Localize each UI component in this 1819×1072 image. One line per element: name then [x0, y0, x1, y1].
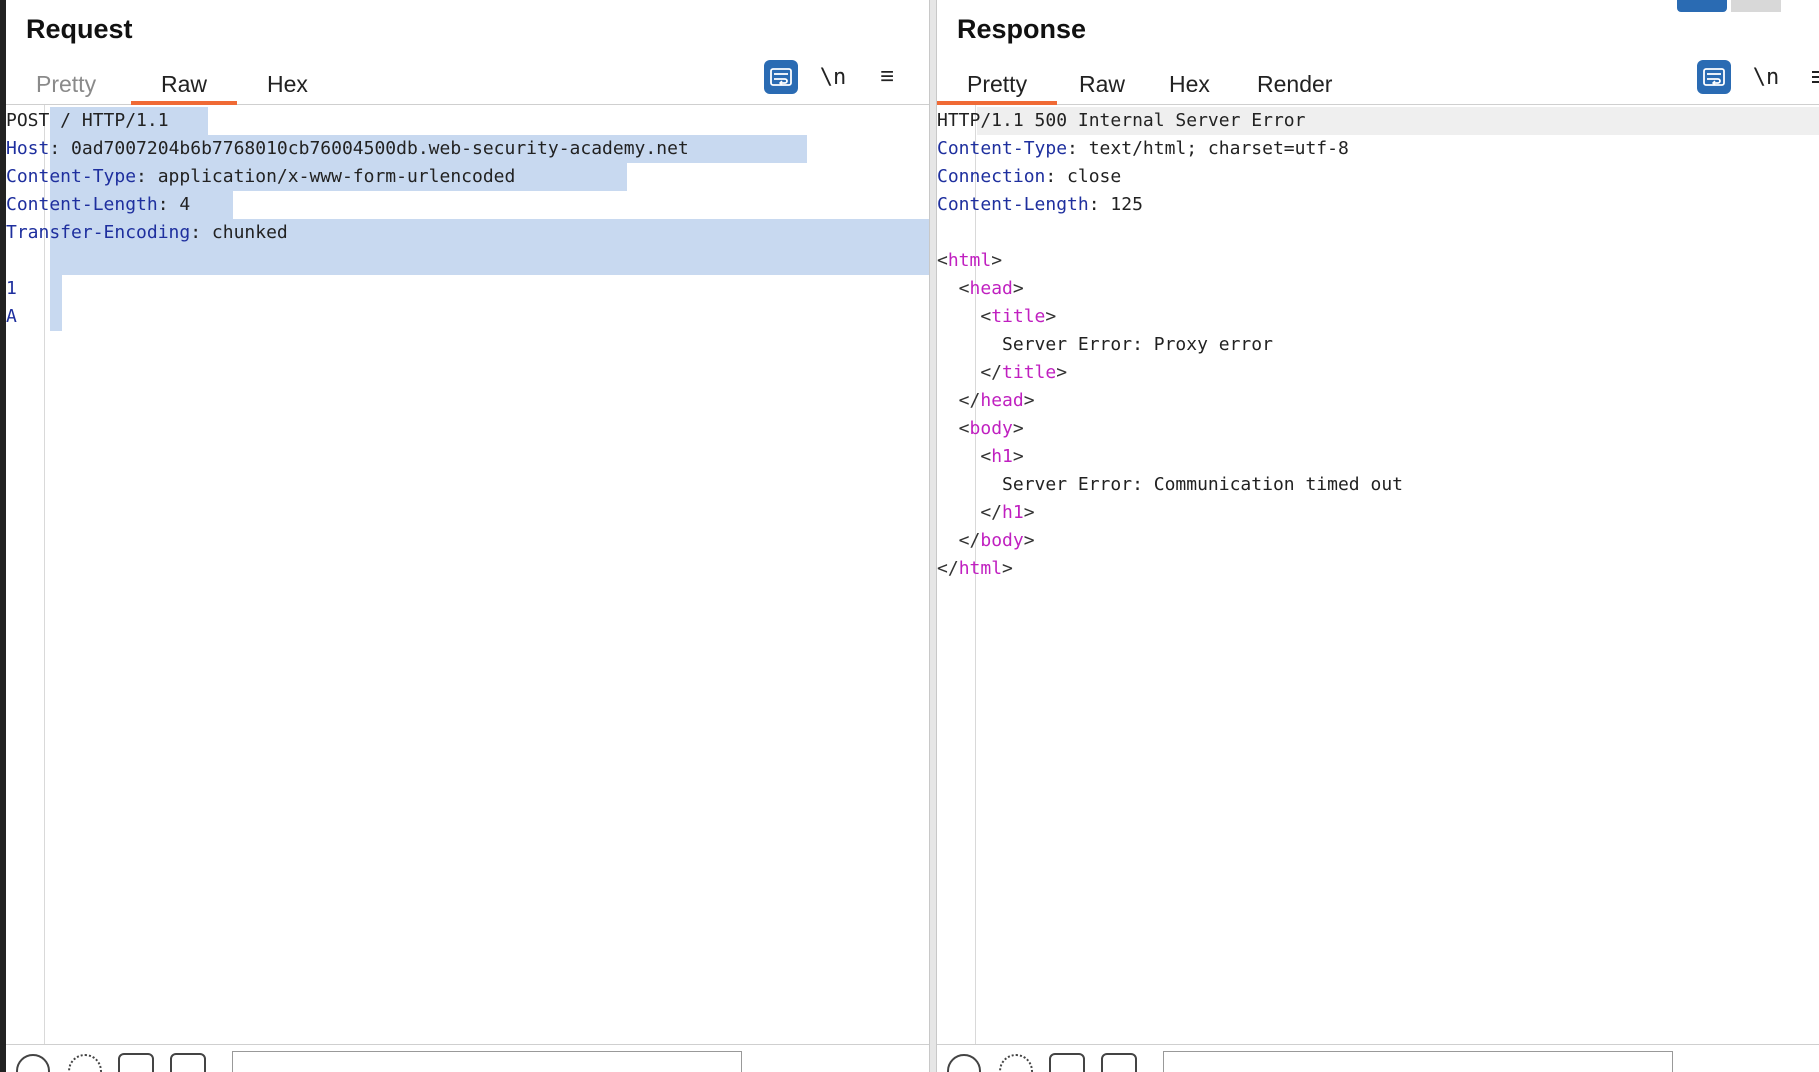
pane-divider[interactable] — [929, 0, 937, 1072]
code-line: Server Error: Communication timed out — [937, 474, 1403, 495]
previous-icon[interactable] — [118, 1053, 154, 1072]
show-newlines-button[interactable]: \n — [1751, 60, 1781, 94]
layout-stacked-button[interactable] — [1731, 0, 1781, 12]
code-line: A — [6, 306, 17, 327]
code-line: </body> — [937, 530, 1035, 551]
layout-side-by-side-button[interactable] — [1677, 0, 1727, 12]
code-line: <head> — [937, 278, 1024, 299]
code-line: Content-Length: 4 — [6, 194, 191, 215]
search-input[interactable] — [1163, 1051, 1673, 1072]
menu-icon-glyph — [1812, 71, 1819, 83]
response-tabs: Pretty Raw Hex Render — [937, 64, 1819, 105]
settings-icon[interactable] — [68, 1054, 102, 1072]
search-input[interactable] — [232, 1051, 742, 1072]
tab-pretty[interactable]: Pretty — [937, 68, 1058, 105]
code-line: POST / HTTP/1.1 — [6, 110, 169, 131]
help-icon[interactable] — [947, 1054, 981, 1072]
response-title: Response — [957, 14, 1087, 44]
code-line: Content-Length: 125 — [937, 194, 1143, 215]
request-pane: Request Pretty Raw Hex \n ≡ 1 POST / HTTP… — [0, 0, 931, 1072]
wrap-lines-icon — [1703, 68, 1725, 86]
code-line: </h1> — [937, 502, 1035, 523]
code-line: <body> — [937, 418, 1024, 439]
next-icon[interactable] — [170, 1053, 206, 1072]
help-icon[interactable] — [16, 1054, 50, 1072]
selection-block — [50, 303, 62, 331]
code-line: Content-Type: text/html; charset=utf-8 — [937, 138, 1349, 159]
request-editor[interactable]: 1POST / HTTP/1.12Host: 0ad7007204b6b7768… — [6, 105, 931, 1045]
tab-raw[interactable]: Raw — [131, 68, 238, 105]
menu-icon[interactable]: ≡ — [872, 60, 902, 94]
wrap-lines-button[interactable] — [1697, 60, 1731, 94]
settings-icon[interactable] — [999, 1054, 1033, 1072]
code-line: Server Error: Proxy error — [937, 334, 1273, 355]
code-line: 1 — [6, 278, 17, 299]
response-footer — [937, 1044, 1819, 1072]
tab-pretty[interactable]: Pretty — [6, 68, 126, 104]
previous-icon[interactable] — [1049, 1053, 1085, 1072]
wrap-lines-button[interactable] — [764, 60, 798, 94]
code-line: Transfer-Encoding: chunked — [6, 222, 288, 243]
code-line: </title> — [937, 362, 1068, 383]
menu-icon[interactable] — [1803, 60, 1819, 94]
code-line: <title> — [937, 306, 1057, 327]
show-newlines-button[interactable]: \n — [818, 60, 848, 94]
code-line: HTTP/1.1 500 Internal Server Error — [937, 110, 1306, 131]
response-editor[interactable]: 1HTTP/1.1 500 Internal Server Error2Cont… — [937, 105, 1819, 1045]
code-line: Content-Type: application/x-www-form-url… — [6, 166, 516, 187]
code-line: </head> — [937, 390, 1035, 411]
code-line: <h1> — [937, 446, 1024, 467]
next-icon[interactable] — [1101, 1053, 1137, 1072]
response-pane: Response Pretty Raw Hex Render \n 1HTTP/… — [937, 0, 1819, 1072]
request-footer — [6, 1044, 931, 1072]
tab-hex[interactable]: Hex — [1139, 68, 1240, 104]
selection-block — [50, 275, 62, 303]
wrap-lines-icon — [770, 68, 792, 86]
request-title: Request — [26, 14, 133, 44]
code-line: <html> — [937, 250, 1003, 271]
code-line: Host: 0ad7007204b6b7768010cb76004500db.w… — [6, 138, 689, 159]
tab-render[interactable]: Render — [1227, 68, 1362, 104]
code-line: Connection: close — [937, 166, 1122, 187]
code-line: </html> — [937, 558, 1013, 579]
tab-hex[interactable]: Hex — [237, 68, 338, 104]
